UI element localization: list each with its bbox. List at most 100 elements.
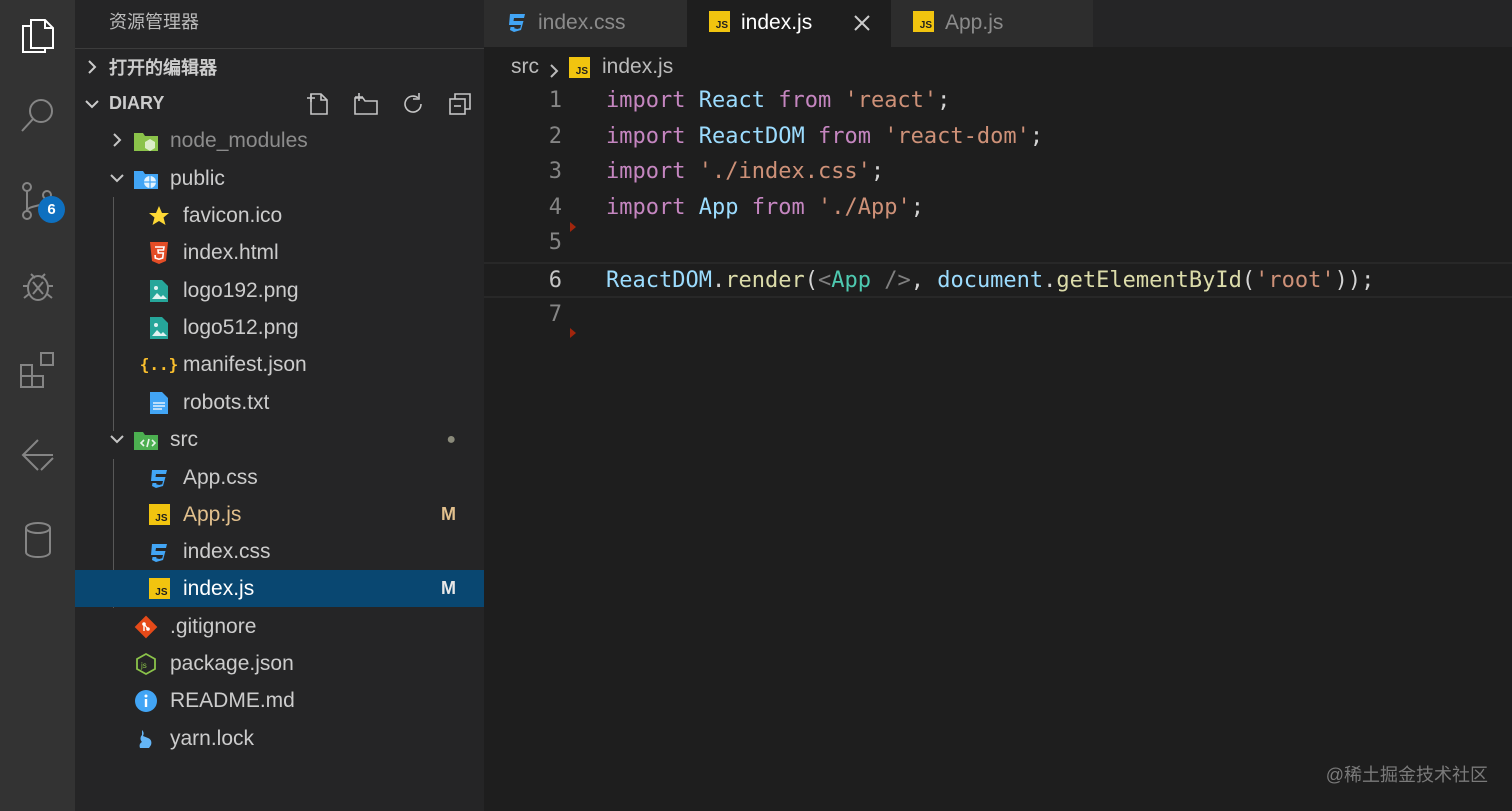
tree-file-readme[interactable]: README.md [75,682,484,719]
code-token: App [698,194,739,220]
yarn-icon [133,726,159,752]
code-token: import [606,194,686,220]
tree-file-logo192[interactable]: logo192.png [75,272,484,309]
line-number: 1 [548,88,562,113]
code-line[interactable]: 7 [484,298,1512,334]
code-text: import React from 'react'; [606,88,950,113]
close-icon[interactable] [851,12,873,34]
git-status-badge: M [441,504,456,524]
database-icon[interactable] [0,505,75,575]
chevron-right-icon [75,59,109,75]
tree-file-index-js[interactable]: JS index.js M [75,570,484,607]
chevron-right-icon [108,131,128,151]
code-line[interactable]: 6 ReactDOM.render(<App />, document.getEl… [484,262,1512,298]
css-icon [146,465,172,491]
code-token: ( [1241,268,1256,293]
refresh-icon[interactable] [398,89,427,118]
js-icon: JS [913,11,934,32]
line-number: 3 [548,159,562,185]
breadcrumb: src JS index.js [511,53,673,81]
tree-file-package-json[interactable]: js package.json [75,645,484,682]
code-token: App [831,268,871,293]
tree-file-manifest[interactable]: {..} manifest.json [75,346,484,383]
code-line[interactable]: 2 import ReactDOM from 'react-dom'; [484,120,1512,156]
debug-icon[interactable] [0,250,75,320]
code-token: /> [870,268,911,293]
code-token: ; [937,88,951,113]
info-icon [133,688,159,714]
source-control-icon[interactable]: 6 [0,166,75,236]
tree-file-index-html[interactable]: index.html [75,234,484,271]
chevron-right-icon [547,60,561,78]
line-number: 5 [548,230,562,256]
js-icon: JS [569,56,590,78]
code-token: './index.css' [698,159,871,185]
image-icon [146,315,172,341]
tab-label: App.js [945,11,1004,34]
code-line[interactable]: 1 import React from 'react'; [484,84,1512,120]
folder-section-diary[interactable]: DIARY [75,85,484,122]
tree-file-app-js[interactable]: JS App.js M [75,496,484,533]
code-text: ReactDOM.render(<App />, document.getEle… [606,268,1374,293]
tab-index-js[interactable]: JS index.js [687,0,891,47]
code-line[interactable]: 5 [484,226,1512,262]
tab-index-css[interactable]: index.css [484,0,687,47]
tree-folder-src[interactable]: src ● [75,421,484,458]
chevron-down-icon [75,96,109,112]
tree-item-label: logo512.png [183,315,299,339]
tree-folder-node-modules[interactable]: node_modules [75,122,484,159]
breadcrumb-folder[interactable]: src [511,55,539,79]
json-icon: {..} [139,355,179,374]
extensions-icon[interactable] [0,335,75,405]
chevron-down-icon [108,169,128,189]
code-token: import [606,88,686,113]
chevron-down-icon [108,430,128,450]
code-token: from [751,194,805,220]
image-icon [146,278,172,304]
tab-app-js[interactable]: JS App.js [891,0,1093,47]
tree-file-gitignore[interactable]: .gitignore [75,608,484,645]
collapse-all-icon[interactable] [445,89,474,118]
explorer-icon[interactable] [0,0,75,70]
tree-item-label: logo192.png [183,278,299,302]
tree-file-logo512[interactable]: logo512.png [75,309,484,346]
code-token: from [778,88,832,113]
tree-item-label: yarn.lock [170,726,255,750]
editor-tab-bar: index.css JS index.js JS App.js [484,0,1512,47]
css-icon [146,539,172,565]
tree-file-yarn-lock[interactable]: yarn.lock [75,720,484,757]
tree-item-label: index.html [183,240,279,264]
code-line[interactable]: 4 import App from './App'; [484,191,1512,227]
tree-item-label: favicon.ico [183,203,283,227]
breadcrumb-file[interactable]: index.js [602,55,673,79]
remote-icon[interactable] [0,420,75,490]
open-editors-label: 打开的编辑器 [109,58,217,78]
search-icon[interactable] [0,80,75,150]
new-folder-icon[interactable] [351,89,380,118]
text-file-icon [146,390,172,416]
tree-file-index-css[interactable]: index.css [75,533,484,570]
tree-item-label: App.css [183,465,258,489]
code-token: ReactDOM [606,268,712,293]
activity-bar: 6 [0,0,75,811]
code-token: )); [1334,268,1375,293]
code-token: './App' [817,194,911,220]
code-token: ( [804,268,818,293]
open-editors-section[interactable]: 打开的编辑器 [75,48,484,85]
new-file-icon[interactable] [304,89,333,118]
code-token: . [1043,268,1057,293]
tree-folder-public[interactable]: public [75,160,484,197]
code-token: 'root' [1255,268,1335,293]
tree-file-favicon[interactable]: favicon.ico [75,197,484,234]
tree-item-label: src [170,427,198,451]
code-text: import App from './App'; [606,195,924,220]
code-line[interactable]: 3 import './index.css'; [484,155,1512,191]
public-folder-icon [133,166,159,192]
tree-file-app-css[interactable]: App.css [75,459,484,496]
tree-file-robots[interactable]: robots.txt [75,384,484,421]
